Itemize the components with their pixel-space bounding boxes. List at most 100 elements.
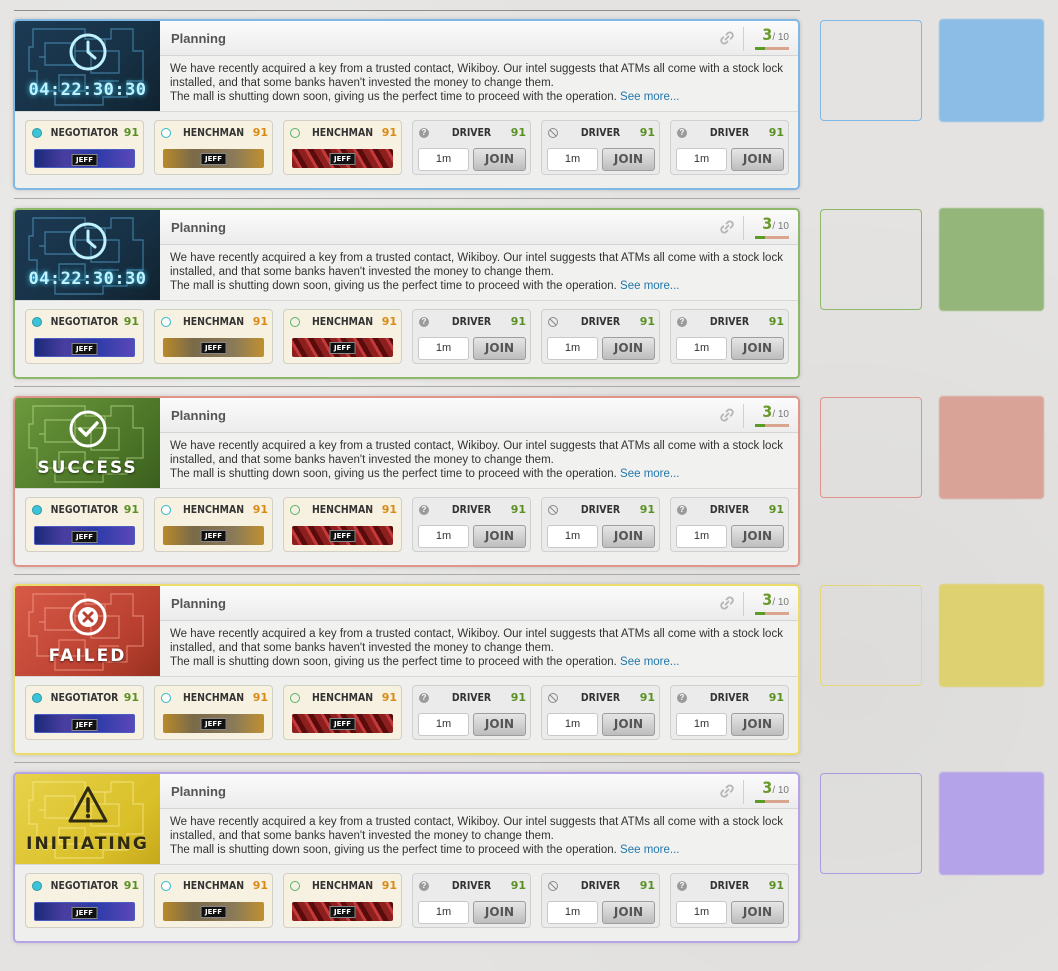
slot-role: HENCHMAN [311,315,374,328]
player-banner: JEFF [163,902,264,921]
time-input[interactable]: 1m [676,337,727,360]
link-icon[interactable] [718,406,736,424]
crew-slot-driver: DRIVER 91 1m JOIN [541,873,660,928]
slot-role: NEGOTIATOR [50,879,119,892]
color-swatch-outline[interactable] [820,585,922,686]
join-button[interactable]: JOIN [473,525,526,548]
time-input[interactable]: 1m [418,337,469,360]
card-header: Planning 3/ 10 [160,398,798,433]
color-swatch-outline[interactable] [820,773,922,874]
slot-role: DRIVER [709,126,750,139]
slot-level: 91 [639,879,655,892]
time-input[interactable]: 1m [418,525,469,548]
color-swatch-solid[interactable] [939,396,1044,499]
color-swatch-solid[interactable] [939,772,1044,875]
color-swatch-solid[interactable] [939,584,1044,687]
crew-slot-henchman[interactable]: HENCHMAN 91 JEFF [283,497,402,552]
crew-slot-henchman[interactable]: HENCHMAN 91 JEFF [154,309,273,364]
join-button[interactable]: JOIN [602,525,655,548]
time-input[interactable]: 1m [418,713,469,736]
slot-level: 91 [768,879,784,892]
join-button[interactable]: JOIN [731,148,784,171]
player-banner: JEFF [292,338,393,357]
heist-card: FAILED Planning 3/ 10 We have recently a… [13,584,800,755]
join-button[interactable]: JOIN [473,337,526,360]
crew-slot-henchman[interactable]: HENCHMAN 91 JEFF [154,873,273,928]
crew-slot-driver: ? DRIVER 91 1m JOIN [670,873,789,928]
slot-level: 91 [381,691,397,704]
status-panel-init: INITIATING [15,774,160,864]
crew-slot-driver: DRIVER 91 1m JOIN [541,497,660,552]
crew-slot-negotiator[interactable]: NEGOTIATOR 91 JEFF [25,685,144,740]
time-input[interactable]: 1m [547,148,598,171]
card-divider [14,386,800,387]
color-swatch-outline[interactable] [820,397,922,498]
crew-slot-henchman[interactable]: HENCHMAN 91 JEFF [154,685,273,740]
link-icon[interactable] [718,782,736,800]
time-input[interactable]: 1m [676,525,727,548]
crew-slot-henchman[interactable]: HENCHMAN 91 JEFF [154,497,273,552]
join-button[interactable]: JOIN [602,713,655,736]
time-input[interactable]: 1m [547,337,598,360]
crew-slot-henchman[interactable]: HENCHMAN 91 JEFF [154,120,273,175]
join-button[interactable]: JOIN [731,713,784,736]
top-divider [14,10,800,11]
link-icon[interactable] [718,218,736,236]
card-description: We have recently acquired a key from a t… [170,251,792,293]
time-input[interactable]: 1m [676,148,727,171]
crew-slot-negotiator[interactable]: NEGOTIATOR 91 JEFF [25,120,144,175]
crew-slot-negotiator[interactable]: NEGOTIATOR 91 JEFF [25,497,144,552]
join-button[interactable]: JOIN [473,713,526,736]
join-button[interactable]: JOIN [602,148,655,171]
player-name: JEFF [71,907,98,919]
see-more-link[interactable]: See more... [620,280,679,292]
time-input[interactable]: 1m [547,525,598,548]
description-text-2: The mall is shutting down soon, giving u… [170,468,617,480]
card-title: Planning [171,31,226,46]
description-text-2: The mall is shutting down soon, giving u… [170,91,617,103]
join-button[interactable]: JOIN [473,901,526,924]
time-input[interactable]: 1m [547,901,598,924]
slot-level: 91 [252,879,268,892]
link-icon[interactable] [718,594,736,612]
crew-progress-fill [755,424,766,427]
time-input[interactable]: 1m [676,713,727,736]
join-button[interactable]: JOIN [731,337,784,360]
join-button[interactable]: JOIN [473,148,526,171]
link-icon[interactable] [718,29,736,47]
header-divider [743,780,744,804]
x-circle-icon [69,598,107,636]
see-more-link[interactable]: See more... [620,656,679,668]
crew-slot-henchman[interactable]: HENCHMAN 91 JEFF [283,309,402,364]
time-input[interactable]: 1m [547,713,598,736]
slot-role: DRIVER [580,503,621,516]
slot-level: 91 [123,126,139,139]
color-swatch-solid[interactable] [939,208,1044,311]
crew-slot-henchman[interactable]: HENCHMAN 91 JEFF [283,685,402,740]
player-banner: JEFF [292,526,393,545]
player-banner: JEFF [163,338,264,357]
crew-count-value: 3 [762,402,773,421]
crew-slot-negotiator[interactable]: NEGOTIATOR 91 JEFF [25,309,144,364]
time-input[interactable]: 1m [676,901,727,924]
join-button[interactable]: JOIN [731,525,784,548]
join-button[interactable]: JOIN [602,337,655,360]
join-button[interactable]: JOIN [602,901,655,924]
see-more-link[interactable]: See more... [620,91,679,103]
crew-slot-henchman[interactable]: HENCHMAN 91 JEFF [283,120,402,175]
crew-slot-henchman[interactable]: HENCHMAN 91 JEFF [283,873,402,928]
heist-card: 04:22:30:30 Planning 3/ 10 We have recen… [13,19,800,190]
crew-progress-bar [755,424,789,427]
color-swatch-solid[interactable] [939,19,1044,122]
color-swatch-outline[interactable] [820,209,922,310]
see-more-link[interactable]: See more... [620,468,679,480]
see-more-link[interactable]: See more... [620,844,679,856]
time-input[interactable]: 1m [418,148,469,171]
color-swatch-outline[interactable] [820,20,922,121]
join-button[interactable]: JOIN [731,901,784,924]
player-name: JEFF [71,531,98,543]
crew-slot-driver: DRIVER 91 1m JOIN [541,685,660,740]
time-input[interactable]: 1m [418,901,469,924]
slot-level: 91 [381,503,397,516]
crew-slot-negotiator[interactable]: NEGOTIATOR 91 JEFF [25,873,144,928]
